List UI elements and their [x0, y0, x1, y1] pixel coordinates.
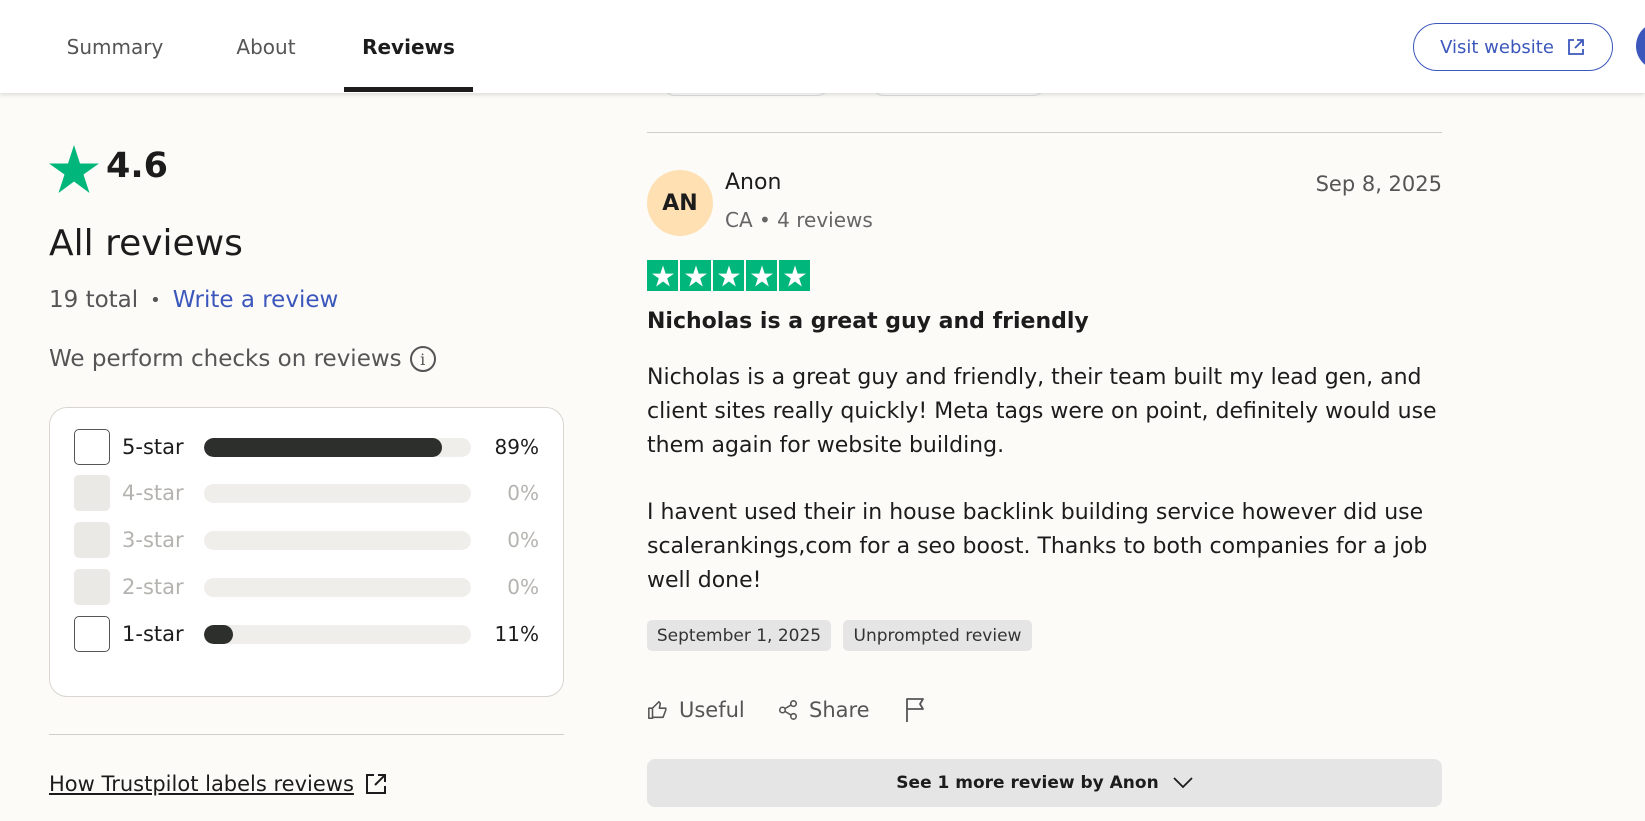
distribution-row-3-star: 3-star 0%	[74, 522, 540, 558]
reviewer-meta: CA • 4 reviews	[725, 208, 873, 232]
review-totals: 19 total • Write a review	[49, 287, 338, 313]
flag-icon	[906, 698, 924, 722]
star-distribution-filter: 5-star 89% 4-star 0% 3-star 0% 2-star 0%…	[49, 407, 564, 697]
distribution-percent: 0%	[507, 481, 539, 505]
distribution-percent: 11%	[494, 622, 539, 646]
trustpilot-star-icon	[49, 145, 99, 193]
active-tab-indicator	[344, 87, 473, 92]
external-link-icon	[1568, 39, 1584, 55]
star-icon	[647, 260, 678, 291]
external-link-icon	[365, 774, 386, 794]
distribution-label: 5-star	[122, 435, 184, 459]
total-count: 19 total	[49, 287, 139, 313]
review-date: Sep 8, 2025	[1315, 172, 1442, 196]
distribution-percent: 0%	[507, 528, 539, 552]
overall-rating: 4.6	[106, 146, 169, 186]
review-star-rating	[647, 260, 810, 291]
top-navigation-bar: Summary About Reviews Visit website	[0, 0, 1645, 93]
visit-website-label: Visit website	[1440, 36, 1554, 58]
experience-date-badge: September 1, 2025	[647, 620, 831, 651]
review-checks-notice: We perform checks on reviews i	[49, 346, 436, 372]
checkbox-5-star[interactable]	[74, 429, 110, 465]
checks-label: We perform checks on reviews	[49, 346, 402, 372]
tab-summary[interactable]: Summary	[50, 0, 180, 93]
distribution-label: 4-star	[122, 481, 184, 505]
distribution-bar-fill	[204, 437, 442, 457]
checkbox-4-star	[74, 475, 110, 511]
report-button[interactable]	[903, 695, 927, 725]
distribution-bar	[204, 483, 471, 503]
thumbs-up-icon	[648, 700, 667, 720]
reviewer-name[interactable]: Anon	[725, 170, 781, 195]
page-title: All reviews	[49, 223, 243, 264]
distribution-bar-fill	[204, 624, 234, 644]
useful-label: Useful	[679, 698, 745, 722]
distribution-percent: 0%	[507, 575, 539, 599]
star-icon	[680, 260, 711, 291]
divider	[647, 132, 1442, 133]
distribution-bar	[204, 437, 471, 457]
see-more-label: See 1 more review by Anon	[896, 773, 1159, 793]
star-icon	[746, 260, 777, 291]
star-icon	[713, 260, 744, 291]
review-paragraph: Nicholas is a great guy and friendly, th…	[647, 365, 1437, 458]
review-paragraph: I havent used their in house backlink bu…	[647, 500, 1428, 593]
review-title[interactable]: Nicholas is a great guy and friendly	[647, 309, 1089, 334]
distribution-label: 3-star	[122, 528, 184, 552]
unprompted-review-badge[interactable]: Unprompted review	[843, 620, 1032, 651]
share-button[interactable]: Share	[777, 695, 870, 725]
write-review-link[interactable]: Write a review	[173, 287, 339, 313]
info-icon[interactable]: i	[409, 346, 436, 372]
distribution-bar	[204, 577, 471, 597]
avatar[interactable]: AN	[647, 170, 713, 236]
trustpilot-labels-link[interactable]: How Trustpilot labels reviews	[49, 772, 388, 796]
separator-dot: •	[150, 289, 161, 311]
distribution-bar	[204, 624, 471, 644]
divider	[49, 734, 564, 735]
tab-about[interactable]: About	[214, 0, 318, 93]
distribution-bar	[204, 530, 471, 550]
distribution-row-2-star: 2-star 0%	[74, 569, 540, 605]
chevron-down-icon	[1173, 777, 1193, 789]
review-body: Nicholas is a great guy and friendly, th…	[647, 361, 1447, 598]
checkbox-2-star	[74, 569, 110, 605]
checkbox-1-star[interactable]	[74, 616, 110, 652]
labels-link-text: How Trustpilot labels reviews	[49, 772, 354, 796]
star-icon	[779, 260, 810, 291]
distribution-row-4-star: 4-star 0%	[74, 475, 540, 511]
see-more-reviews-button[interactable]: See 1 more review by Anon	[647, 759, 1442, 807]
distribution-label: 1-star	[122, 622, 184, 646]
distribution-row-5-star[interactable]: 5-star 89%	[74, 429, 540, 465]
checkbox-3-star	[74, 522, 110, 558]
distribution-percent: 89%	[494, 435, 539, 459]
distribution-row-1-star[interactable]: 1-star 11%	[74, 616, 540, 652]
visit-website-button[interactable]: Visit website	[1413, 23, 1613, 71]
share-icon	[778, 700, 798, 720]
distribution-label: 2-star	[122, 575, 184, 599]
profile-button[interactable]	[1636, 22, 1645, 70]
tab-reviews[interactable]: Reviews	[344, 0, 473, 93]
useful-button[interactable]: Useful	[647, 695, 745, 725]
share-label: Share	[809, 698, 870, 722]
